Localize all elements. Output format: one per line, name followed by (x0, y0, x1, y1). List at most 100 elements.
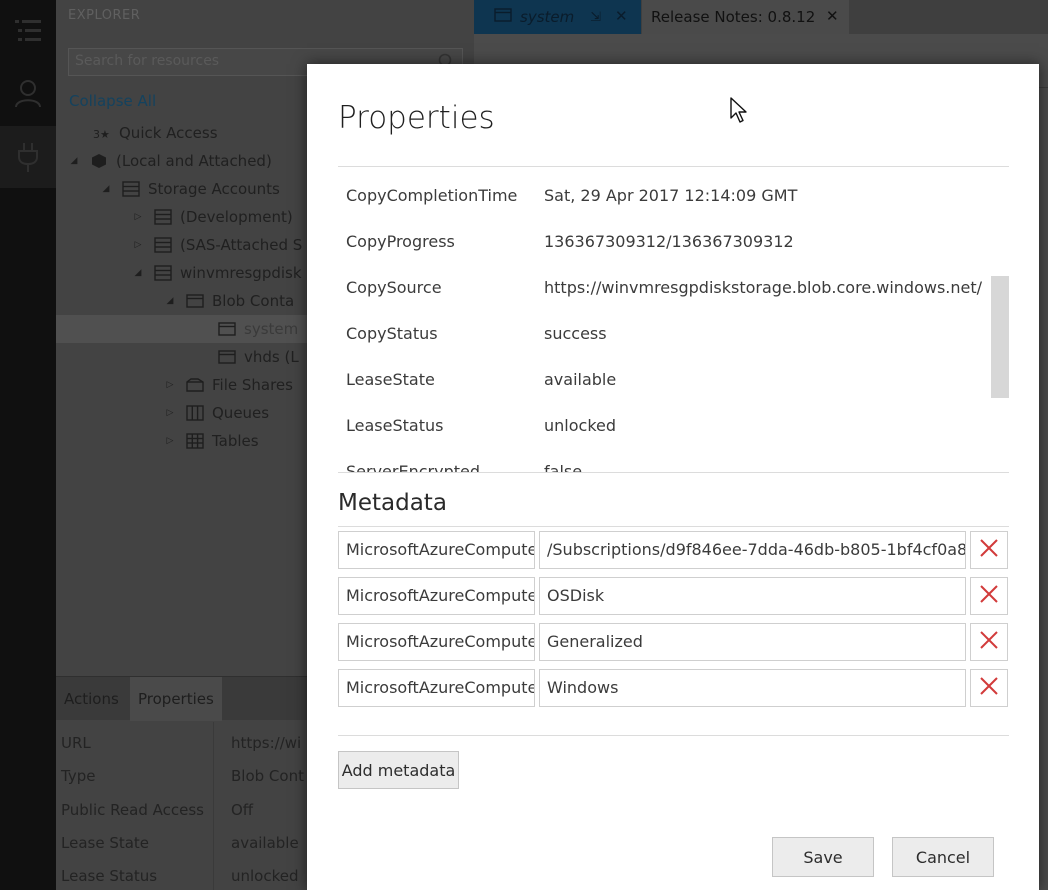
container-icon (218, 321, 236, 337)
property-value: success (544, 324, 607, 343)
tree-label: Tables (212, 432, 259, 450)
collapsed-arrow-icon[interactable]: ▷ (164, 436, 176, 446)
tree-label: Queues (212, 404, 270, 422)
metadata-key-input[interactable]: MicrosoftAzureCompute (338, 623, 535, 661)
cube-icon (90, 153, 108, 169)
blob-container-icon (186, 293, 204, 309)
metadata-divider (338, 526, 1009, 527)
property-key: Type (61, 767, 96, 785)
property-row: CopyProgress 136367309312/136367309312 (338, 220, 1009, 266)
search-placeholder: Search for resources (75, 53, 220, 69)
mouse-cursor-icon (729, 96, 751, 128)
collapsed-arrow-icon[interactable]: ▷ (164, 380, 176, 390)
property-value: https://winvmresgpdiskstorage.blob.core.… (544, 278, 983, 297)
property-value: available (231, 834, 299, 852)
expanded-arrow-icon[interactable]: ◢ (100, 184, 112, 194)
metadata-value-input[interactable]: /Subscriptions/d9f846ee-7dda-46db-b805-1… (539, 531, 966, 569)
property-row: LeaseStatus unlocked (338, 404, 1009, 450)
delete-metadata-button[interactable] (970, 623, 1008, 661)
tree-label: vhds (L (244, 348, 299, 366)
property-key: CopyCompletionTime (346, 186, 518, 205)
cancel-button[interactable]: Cancel (892, 837, 994, 877)
tree-label: system (244, 320, 299, 338)
close-icon[interactable]: ✕ (615, 7, 628, 25)
collapsed-arrow-icon[interactable]: ▷ (164, 408, 176, 418)
metadata-row: MicrosoftAzureCompute /Subscriptions/d9f… (338, 531, 1009, 569)
title-divider (338, 166, 1009, 167)
property-value: unlocked (544, 416, 617, 435)
property-row: CopyCompletionTime Sat, 29 Apr 2017 12:14… (338, 174, 1009, 220)
property-key: CopyStatus (346, 324, 438, 343)
tree-label: winvmresgpdisk (180, 264, 302, 282)
property-value: 136367309312/136367309312 (544, 232, 794, 251)
metadata-value-input[interactable]: Windows (539, 669, 966, 707)
tree-label: Quick Access (119, 124, 218, 142)
dialog-title: Properties (338, 100, 495, 136)
tab-release-notes[interactable]: Release Notes: 0.8.12 ✕ (642, 0, 849, 34)
explorer-title: EXPLORER (68, 8, 141, 23)
metadata-key-input[interactable]: MicrosoftAzureCompute (338, 577, 535, 615)
storage-list-icon (154, 237, 172, 253)
property-key: URL (61, 734, 91, 752)
account-icon[interactable] (0, 62, 56, 124)
property-value: available (544, 370, 617, 389)
expanded-arrow-icon[interactable]: ◢ (164, 296, 176, 306)
delete-metadata-button[interactable] (970, 531, 1008, 569)
tab-label: Release Notes: 0.8.12 (651, 8, 816, 26)
close-icon (979, 584, 999, 608)
property-key: CopyProgress (346, 232, 455, 251)
storage-list-icon (154, 209, 172, 225)
tree-label: (Local and Attached) (116, 152, 272, 170)
metadata-key-input[interactable]: MicrosoftAzureCompute (338, 531, 535, 569)
delete-metadata-button[interactable] (970, 577, 1008, 615)
metadata-key-input[interactable]: MicrosoftAzureCompute (338, 669, 535, 707)
metadata-value-input[interactable]: Generalized (539, 623, 966, 661)
tab-system[interactable]: system ⇲ ✕ (474, 0, 641, 34)
property-key: LeaseState (346, 370, 435, 389)
close-icon (979, 538, 999, 562)
close-icon (979, 676, 999, 700)
tree-label: File Shares (212, 376, 293, 394)
properties-list[interactable]: CopyCompletionTime Sat, 29 Apr 2017 12:14… (338, 174, 1009, 472)
tree-label: (SAS-Attached S (180, 236, 303, 254)
tab-label: system (520, 8, 575, 26)
property-value: unlocked (231, 867, 299, 885)
quick-access-icon: 3★ (93, 125, 111, 141)
table-icon (186, 433, 204, 449)
container-icon (494, 7, 512, 27)
metadata-value-input[interactable]: OSDisk (539, 577, 966, 615)
expanded-arrow-icon[interactable]: ◢ (132, 268, 144, 278)
expanded-arrow-icon[interactable]: ◢ (68, 156, 80, 166)
property-key: Lease State (61, 834, 150, 852)
property-key: CopySource (346, 278, 442, 297)
pin-icon[interactable]: ⇲ (590, 10, 601, 25)
container-icon (218, 349, 236, 365)
close-icon[interactable]: ✕ (826, 7, 839, 25)
property-value: false (544, 462, 583, 472)
collapsed-arrow-icon[interactable]: ▷ (132, 212, 144, 222)
plug-icon[interactable] (0, 126, 56, 188)
property-key: LeaseStatus (346, 416, 444, 435)
collapsed-arrow-icon[interactable]: ▷ (132, 240, 144, 250)
properties-scrollbar[interactable] (991, 276, 1009, 398)
explorer-icon[interactable] (0, 0, 56, 62)
property-key: ServerEncrypted (346, 462, 480, 472)
storage-list-icon (122, 181, 140, 197)
save-button[interactable]: Save (772, 837, 874, 877)
tree-label: Blob Conta (212, 292, 295, 310)
metadata-row: MicrosoftAzureCompute Generalized (338, 623, 1009, 661)
tab-properties[interactable]: Properties (130, 677, 222, 721)
property-value: Sat, 29 Apr 2017 12:14:09 GMT (544, 186, 798, 205)
property-key: Public Read Access (61, 801, 204, 819)
property-value: Off (231, 801, 254, 819)
delete-metadata-button[interactable] (970, 669, 1008, 707)
metadata-row: MicrosoftAzureCompute Windows (338, 669, 1009, 707)
properties-divider (338, 472, 1009, 473)
close-icon (979, 630, 999, 654)
tab-actions[interactable]: Actions (56, 677, 127, 721)
collapse-all-link[interactable]: Collapse All (69, 92, 156, 110)
property-value: https://wi (231, 734, 302, 752)
add-metadata-button[interactable]: Add metadata (338, 751, 459, 789)
metadata-row: MicrosoftAzureCompute OSDisk (338, 577, 1009, 615)
activity-bar (0, 0, 56, 890)
